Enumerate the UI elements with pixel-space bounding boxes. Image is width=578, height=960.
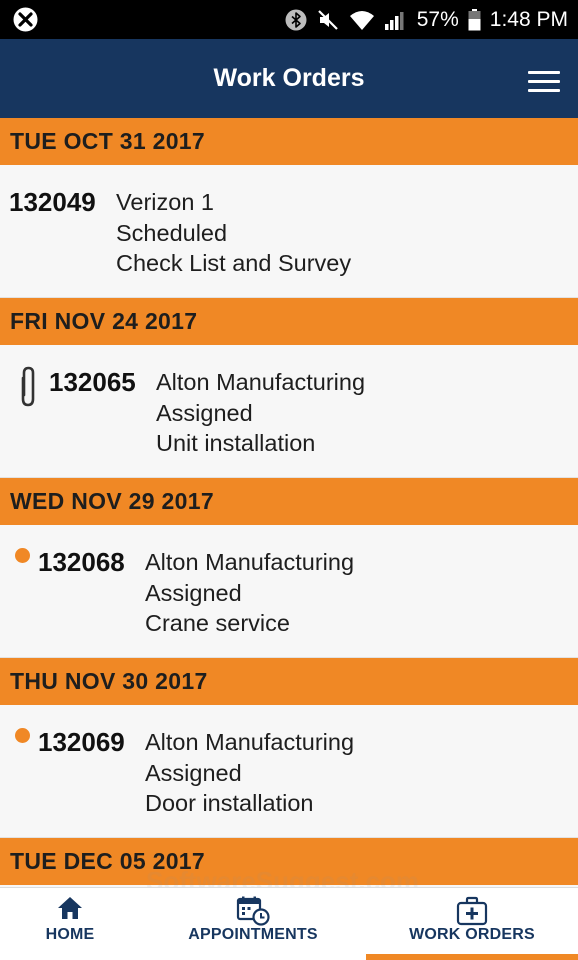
battery-icon xyxy=(468,8,481,31)
battery-percent: 57% xyxy=(416,7,459,31)
nav-home-label: HOME xyxy=(45,926,95,943)
signal-icon xyxy=(384,9,408,31)
date-header: FRI NOV 24 2017 xyxy=(0,298,578,345)
wifi-icon xyxy=(349,9,375,31)
status-dot-icon xyxy=(15,548,30,563)
nav-home[interactable]: HOME xyxy=(0,888,140,960)
clock: 1:48 PM xyxy=(489,7,568,31)
order-status: Assigned xyxy=(145,759,242,786)
bluetooth-icon xyxy=(285,9,307,31)
app-header: Work Orders xyxy=(0,39,578,118)
page-title: Work Orders xyxy=(213,64,365,92)
order-customer: Alton Manufacturing xyxy=(145,549,355,575)
order-number: 132049 xyxy=(9,187,96,217)
order-status: Assigned xyxy=(145,579,242,606)
date-header: THU NOV 30 2017 xyxy=(0,658,578,705)
order-number: 132068 xyxy=(38,547,125,577)
work-order-item[interactable]: 132069 Alton Manufacturing Assigned Door… xyxy=(0,705,578,838)
bottom-navigation: HOME APPOINTMENTS WORK ORDERS xyxy=(0,887,578,960)
order-number: 132069 xyxy=(38,727,125,757)
order-status: Assigned xyxy=(156,399,253,426)
work-order-list[interactable]: TUE OCT 31 2017 132049 Verizon 1 Schedul… xyxy=(0,118,578,887)
order-status: Scheduled xyxy=(116,219,228,246)
nav-work-orders-label: WORK ORDERS xyxy=(409,926,535,943)
active-tab-indicator xyxy=(366,954,578,960)
hamburger-icon-line xyxy=(528,71,560,74)
app-notification-icon xyxy=(13,7,38,37)
status-dot-icon xyxy=(15,728,30,743)
paperclip-icon xyxy=(15,365,41,414)
date-header: TUE OCT 31 2017 xyxy=(0,118,578,165)
nav-appointments-label: APPOINTMENTS xyxy=(188,926,318,943)
hamburger-icon-line xyxy=(528,80,560,83)
hamburger-icon-line xyxy=(528,89,560,92)
nav-work-orders[interactable]: WORK ORDERS xyxy=(366,888,578,960)
order-customer: Alton Manufacturing xyxy=(145,729,355,755)
order-description: Unit installation xyxy=(156,430,316,456)
menu-button[interactable] xyxy=(526,67,564,97)
home-icon xyxy=(57,896,83,925)
order-description: Check List and Survey xyxy=(116,250,352,276)
mute-icon xyxy=(316,9,340,31)
order-description: Crane service xyxy=(145,610,290,636)
nav-appointments[interactable]: APPOINTMENTS xyxy=(170,888,336,960)
work-order-item[interactable]: 132049 Verizon 1 Scheduled Check List an… xyxy=(0,165,578,298)
order-customer: Verizon 1 xyxy=(116,189,214,215)
order-number: 132065 xyxy=(49,367,136,397)
status-bar: 57% 1:48 PM xyxy=(0,0,578,39)
work-order-item[interactable]: 132068 Alton Manufacturing Assigned Cran… xyxy=(0,525,578,658)
order-customer: Alton Manufacturing xyxy=(156,369,366,395)
order-description: Door installation xyxy=(145,790,314,816)
work-order-item[interactable]: 132065 Alton Manufacturing Assigned Unit… xyxy=(0,345,578,478)
date-header: WED NOV 29 2017 xyxy=(0,478,578,525)
